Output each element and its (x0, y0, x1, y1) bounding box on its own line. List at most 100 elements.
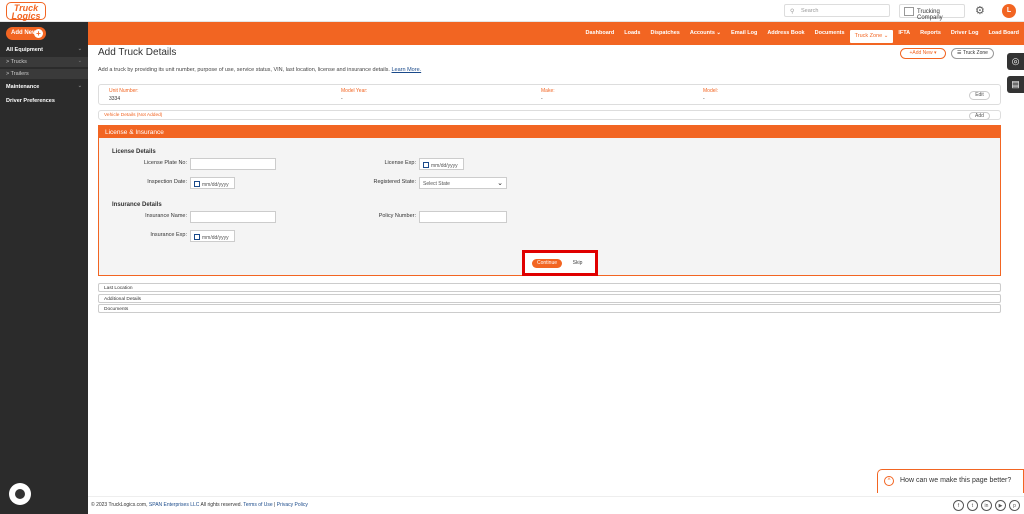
learn-more-link[interactable]: Learn More. (392, 67, 422, 73)
edit-button[interactable]: Edit (969, 91, 990, 100)
company-selector[interactable]: Trucking Company (899, 4, 965, 21)
license-plate-input[interactable] (190, 158, 276, 170)
inspection-date-label: Inspection Date: (147, 179, 187, 185)
help-lifebuoy-icon[interactable]: ◎ (1007, 53, 1024, 70)
nav-item-load-board[interactable]: Load Board (983, 22, 1024, 45)
footer-copyright: © 2023 TruckLogics.com, (91, 502, 148, 508)
chat-launcher-icon[interactable] (9, 483, 31, 505)
calendar-icon (194, 234, 200, 240)
date-placeholder: mm/dd/yyyy (202, 182, 229, 188)
insurance-name-input[interactable] (190, 211, 276, 223)
page-title: Add Truck Details (98, 47, 177, 58)
sidebar-item-all-equipment[interactable]: All Equipment ⌄ (0, 45, 88, 55)
continue-button[interactable]: Continue (532, 259, 562, 268)
model-year-field: Model Year: - (341, 88, 367, 102)
policy-number-label: Policy Number: (378, 213, 416, 219)
action-buttons-highlight: Continue Skip (522, 250, 598, 276)
calendar-icon (423, 162, 429, 168)
nav-item-truck-zone[interactable]: Truck Zone ⌄ (849, 30, 894, 43)
user-avatar[interactable]: L (1002, 4, 1016, 18)
unit-summary-card: Unit Number: 3334 Model Year: - Make: - … (98, 84, 1001, 105)
nav-item-loads[interactable]: Loads (619, 22, 645, 45)
truck-zone-button[interactable]: ☰ Truck Zone (951, 48, 994, 59)
add-new-dropdown-button[interactable]: +Add New ▾ (900, 48, 946, 59)
license-exp-date-input[interactable]: mm/dd/yyyy (419, 158, 464, 170)
model-value: - (703, 96, 705, 102)
date-placeholder: mm/dd/yyyy (202, 235, 229, 241)
sidebar-item-label: Maintenance (6, 84, 40, 90)
chevron-down-icon: ⌄ (77, 46, 82, 52)
inspection-date-input[interactable]: mm/dd/yyyy (190, 177, 235, 189)
feedback-text: How can we make this page better? (900, 477, 1012, 484)
nav-item-reports[interactable]: Reports (915, 22, 946, 45)
nav-item-accounts[interactable]: Accounts ⌄ (685, 22, 726, 45)
chevron-up-icon: ^ (884, 476, 894, 486)
search-placeholder: Search (801, 8, 819, 14)
terms-of-use-link[interactable]: Terms of Use (243, 502, 272, 508)
page-subtitle-text: Add a truck by providing its unit number… (98, 67, 390, 73)
model-year-label: Model Year: (341, 88, 368, 94)
chevron-down-icon: ⌄ (497, 180, 503, 187)
sidebar-item-trucks[interactable]: > Trucks ⌄ (0, 57, 88, 67)
search-input[interactable]: ⚲ Search (784, 4, 890, 17)
make-label: Make: (541, 88, 555, 94)
insurance-exp-label: Insurance Exp: (150, 232, 187, 238)
main-nav: Dashboard Loads Dispatches Accounts ⌄ Email … (88, 22, 1024, 45)
sidebar: Add New + All Equipment ⌄ > Trucks ⌄ > T… (0, 22, 88, 514)
license-insurance-panel: License & Insurance License Details Lice… (98, 125, 1001, 276)
nav-item-dashboard[interactable]: Dashboard (581, 22, 620, 45)
nav-item-documents[interactable]: Documents (810, 22, 850, 45)
building-icon (904, 7, 914, 16)
policy-number-input[interactable] (419, 211, 507, 223)
notes-icon[interactable]: ▤ (1007, 76, 1024, 93)
nav-item-dispatches[interactable]: Dispatches (645, 22, 684, 45)
vehicle-details-row: Vehicle Details (Not Added) Add (98, 110, 1001, 120)
feedback-widget[interactable]: ^ How can we make this page better? (877, 469, 1024, 493)
sidebar-item-maintenance[interactable]: Maintenance ⌄ (0, 82, 88, 92)
registered-state-value: Select State (423, 181, 450, 187)
youtube-icon[interactable]: ▶ (995, 500, 1006, 511)
accordion-additional-details[interactable]: Additional Details (98, 294, 1001, 303)
sidebar-item-driver-preferences[interactable]: Driver Preferences (0, 96, 88, 106)
sidebar-item-label: Driver Preferences (6, 98, 55, 104)
model-year-value: - (341, 96, 343, 102)
skip-button[interactable]: Skip (568, 259, 587, 268)
chevron-down-icon: ⌄ (77, 83, 82, 89)
twitter-icon[interactable]: t (967, 500, 978, 511)
settings-gear-icon[interactable]: ⚙ (975, 4, 985, 17)
insurance-exp-date-input[interactable]: mm/dd/yyyy (190, 230, 235, 242)
page-subtitle: Add a truck by providing its unit number… (98, 67, 421, 73)
company-name: Trucking Company (917, 9, 943, 21)
footer: © 2023 TruckLogics.com, SPAN Enterprises… (88, 496, 1024, 514)
linkedin-icon[interactable]: in (981, 500, 992, 511)
chevron-down-icon: ⌄ (77, 58, 82, 64)
nav-item-address-book[interactable]: Address Book (762, 22, 809, 45)
model-field: Model: - (703, 88, 718, 102)
pinterest-icon[interactable]: p (1009, 500, 1020, 511)
app-logo[interactable]: Truck Logics (6, 2, 46, 21)
unit-number-field: Unit Number: 3334 (109, 88, 138, 102)
add-vehicle-details-button[interactable]: Add (969, 112, 990, 120)
nav-item-email-log[interactable]: Email Log (726, 22, 762, 45)
span-enterprises-link[interactable]: SPAN Enterprises LLC (149, 502, 199, 508)
unit-number-label: Unit Number: (109, 88, 139, 94)
add-new-button[interactable]: Add New + (6, 27, 46, 40)
privacy-policy-link[interactable]: Privacy Policy (277, 502, 308, 508)
nav-item-driver-log[interactable]: Driver Log (946, 22, 984, 45)
accordion-documents[interactable]: Documents (98, 304, 1001, 313)
nav-item-ifta[interactable]: IFTA (893, 22, 915, 45)
nav-items: Dashboard Loads Dispatches Accounts ⌄ Email … (581, 22, 1024, 45)
plus-icon: + (34, 28, 43, 38)
unit-number-value: 3334 (109, 96, 121, 102)
sidebar-item-trailers[interactable]: > Trailers (0, 69, 88, 79)
sidebar-item-label: All Equipment (6, 47, 43, 53)
add-new-label: Add New (11, 30, 37, 36)
sidebar-item-label: > Trucks (6, 59, 27, 65)
registered-state-select[interactable]: Select State ⌄ (419, 177, 507, 189)
facebook-icon[interactable]: f (953, 500, 964, 511)
accordion-last-location[interactable]: Last Location (98, 283, 1001, 292)
license-insurance-header[interactable]: License & Insurance (99, 126, 1000, 138)
social-links: f t in ▶ p (950, 500, 1020, 511)
vehicle-details-label: Vehicle Details (Not Added) (104, 112, 163, 118)
date-placeholder: mm/dd/yyyy (431, 163, 458, 169)
